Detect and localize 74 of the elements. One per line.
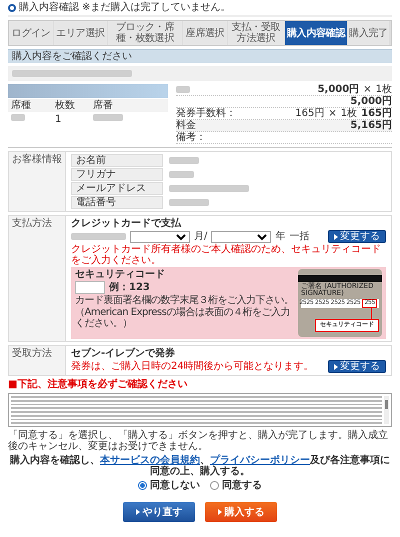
example-text: 例：123 [109, 282, 150, 293]
option-label: 同意する [222, 480, 262, 491]
progress-step: エリア選択 [54, 21, 107, 45]
purchase-button[interactable]: 購入する [205, 502, 277, 522]
panel-heading: 支払方法 [9, 216, 66, 341]
caret-icon [334, 234, 338, 240]
payment-method: クレジットカードで支払 [71, 218, 182, 229]
table-cell-text: 1 [55, 114, 62, 125]
progress-step: 座席選択 [183, 21, 227, 45]
blurred-text [176, 86, 190, 93]
quantity: 1枚 [376, 84, 392, 95]
field-label: お名前 [71, 154, 163, 167]
hint-text: カード裏面署名欄の数字末尾３桁をご入力下さい。 [75, 295, 294, 306]
radio-option[interactable]: 同意しない [138, 480, 200, 491]
blurred-text [71, 233, 126, 240]
progress-step: 支払・受取方法選択 [228, 21, 284, 45]
caret-icon [218, 509, 222, 515]
radio-option[interactable]: 同意する [210, 480, 262, 491]
page-title: 購入内容確認 [19, 2, 79, 13]
blurred-text [93, 114, 123, 121]
agree-notice: 「同意する」を選択し、「購入する」ボタンを押すと、購入が完了します。購入成立後のキャンセル、変更はお受けできません。 [8, 430, 389, 452]
terms-link[interactable]: 本サービスの会員規約 [100, 455, 200, 466]
blurred-text [11, 114, 25, 121]
caret-icon [334, 364, 338, 370]
column-header: 席種 [11, 100, 32, 111]
field-label: メールアドレス [71, 182, 163, 195]
radio-button[interactable] [210, 481, 219, 490]
progress-step: ブロック・席種・枚数選択 [108, 21, 182, 45]
agreement-text: 購入内容を確認し、本サービスの会員規約、プライバシーポリシー及び各注意事項に同意の上、購入する。 [8, 455, 391, 477]
circle-icon [8, 4, 16, 12]
notes-heading: ■下記、注意事項を必ずご確認ください [8, 379, 188, 390]
progress-step: ログイン [9, 21, 53, 45]
delivery-note: 発券は、ご購入日時の24時間後から可能となります。 [71, 361, 314, 372]
blurred-text [169, 199, 209, 206]
times-sign: × [328, 108, 337, 119]
change-button[interactable]: 変更する [328, 360, 386, 373]
times-sign: × [363, 84, 372, 95]
progress-step: 購入内容確認 [285, 21, 347, 45]
blurred-text [169, 171, 194, 178]
subtotal: 5,000円 [350, 96, 392, 107]
remarks-label: 備考： [176, 132, 206, 143]
column-header: 席番 [93, 100, 114, 111]
terms-link[interactable]: プライバシーポリシー [210, 455, 310, 466]
unit-price: 165円 [295, 108, 324, 119]
blurred-text [169, 157, 199, 164]
column-header: 枚数 [55, 100, 76, 111]
unit-price: 5,000円 [318, 84, 360, 95]
fee-amount: 165円 [361, 108, 392, 119]
month-label: 月/ [194, 231, 208, 242]
security-code-field[interactable] [75, 281, 105, 294]
warning-text: クレジットカード所有者様のご本人確認のため、セキュリティコードをご入力ください。 [71, 244, 382, 266]
field-label: 電話番号 [71, 196, 163, 209]
hint-text: （American Expressの場合は表面の４桁をご入力ください。） [75, 307, 291, 329]
installment-label: 一括 [289, 231, 310, 242]
month-select[interactable] [130, 230, 190, 242]
year-select[interactable] [211, 230, 272, 242]
security-code-title: セキュリティコード [75, 269, 166, 280]
delivery-method: セブン-イレブンで発券 [71, 348, 176, 359]
fee-label: 発券手数料： [176, 108, 236, 119]
option-label: 同意しない [150, 480, 200, 491]
section-header: 購入内容をご確認ください [8, 49, 392, 63]
caret-icon [136, 509, 140, 515]
quantity: 1枚 [340, 108, 358, 119]
year-label: 年 [275, 231, 286, 242]
change-button[interactable]: 変更する [328, 230, 386, 243]
field-label: フリガナ [71, 168, 163, 181]
redo-button[interactable]: やり直す [123, 502, 195, 522]
total-label: 料金 [176, 120, 196, 131]
progress-step: 購入完了 [348, 21, 389, 45]
panel-heading: お客様情報 [9, 152, 66, 211]
radio-button[interactable] [138, 481, 147, 490]
total-amount: 5,165円 [350, 120, 392, 131]
page-notice: ※まだ購入は完了していません。 [82, 2, 230, 13]
panel-heading: 受取方法 [9, 346, 66, 375]
